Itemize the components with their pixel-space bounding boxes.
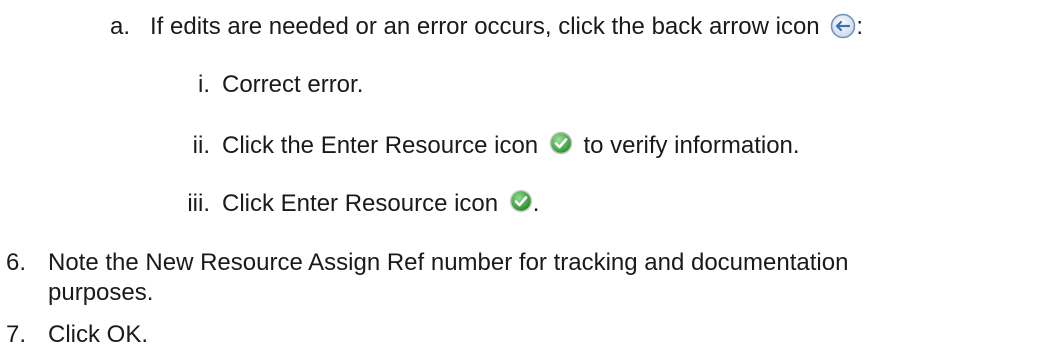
list-item-text: If edits are needed or an error occurs, … bbox=[150, 13, 863, 40]
list-marker: a. bbox=[109, 13, 130, 40]
list-item-text: Click the Enter Resource icon to verify … bbox=[222, 131, 800, 159]
list-marker: i. bbox=[198, 71, 210, 98]
list-marker: iii. bbox=[187, 190, 210, 217]
list-marker: 7. bbox=[5, 321, 26, 348]
list-item-text: purposes. bbox=[48, 279, 154, 306]
list-marker: 6. bbox=[5, 249, 26, 276]
enter-resource-check-icon bbox=[549, 131, 573, 155]
list-item-text: Note the New Resource Assign Ref number … bbox=[48, 249, 849, 276]
list-marker: ii. bbox=[192, 132, 210, 159]
back-arrow-icon bbox=[830, 13, 856, 39]
list-item-text: Correct error. bbox=[222, 71, 364, 98]
list-item-text: Click OK. bbox=[48, 321, 149, 348]
document-page: { "steps": { "sub_a": { "marker": "a.", … bbox=[0, 0, 1037, 357]
list-item-text: Click Enter Resource icon . bbox=[222, 189, 540, 217]
enter-resource-check-icon bbox=[509, 189, 533, 213]
